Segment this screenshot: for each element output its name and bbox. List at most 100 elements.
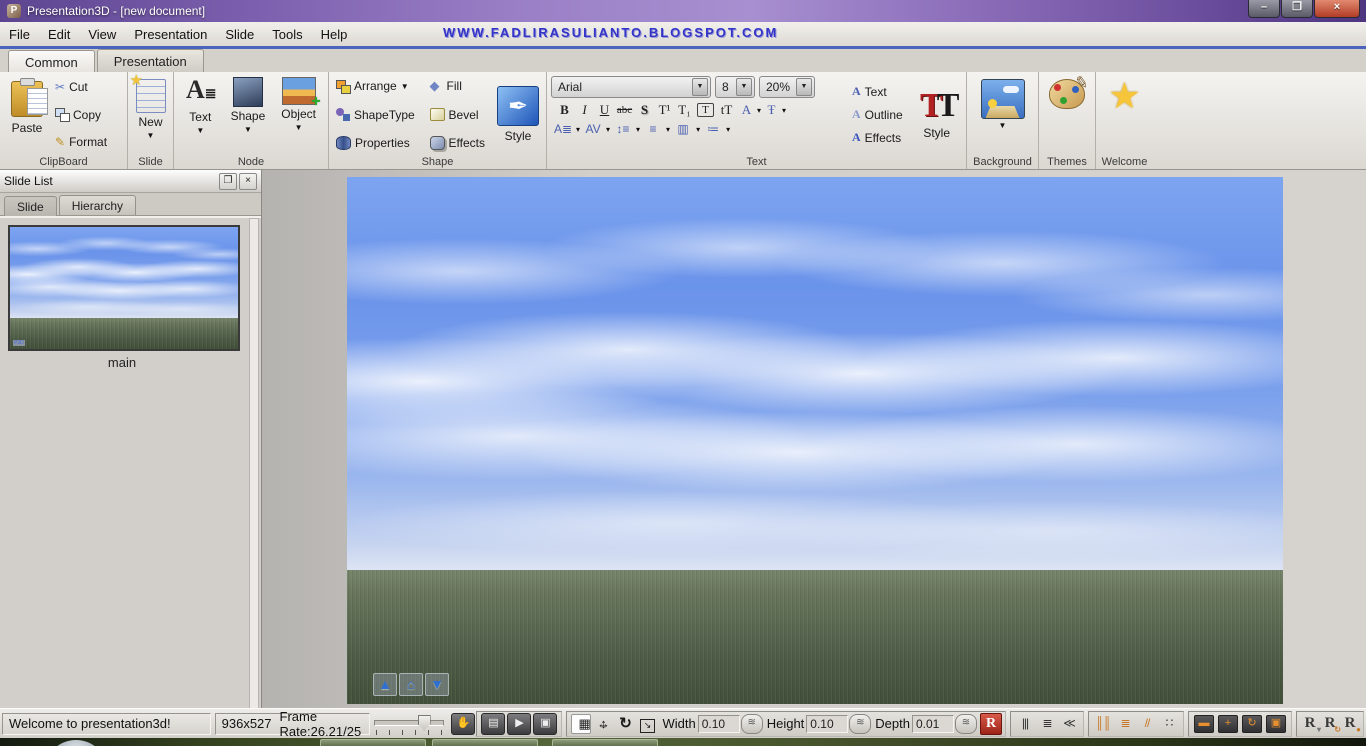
align-button[interactable]: ≡ <box>643 122 663 136</box>
zoom-select[interactable]: 20% ▼ <box>759 76 815 98</box>
width-spinner[interactable]: ≋ <box>740 713 763 734</box>
tab-presentation[interactable]: Presentation <box>96 49 204 72</box>
slider-thumb[interactable] <box>417 714 431 731</box>
node-equal-button[interactable]: ▬ <box>1194 714 1214 733</box>
slide-thumbnail[interactable]: P3D <box>8 225 240 351</box>
kerning-button[interactable]: AV <box>583 122 603 136</box>
reset-r1-button[interactable]: R ▾ <box>1300 714 1321 734</box>
boxed-text-button[interactable]: T <box>697 103 714 117</box>
subscript-button[interactable]: T₁ <box>675 102 694 118</box>
space-columns-button[interactable]: ║║ <box>1093 714 1113 734</box>
columns-button[interactable]: ▥ <box>673 122 693 136</box>
nav-down-button[interactable]: ▼ <box>425 673 449 696</box>
italic-button[interactable]: I <box>575 102 594 118</box>
reset-transform-button[interactable]: R <box>980 712 1002 735</box>
taskbar-button[interactable] <box>320 739 426 746</box>
menu-view[interactable]: View <box>79 24 125 45</box>
panel-float-button[interactable]: ❐ <box>219 172 237 190</box>
font-family-select[interactable]: Arial ▼ <box>551 76 711 98</box>
reset-r3-button[interactable]: R ● <box>1340 714 1361 734</box>
font-size-select[interactable]: 8 ▼ <box>715 76 755 98</box>
tab-common[interactable]: Common <box>8 50 95 73</box>
menu-slide[interactable]: Slide <box>216 24 263 45</box>
line-spacing-button[interactable]: ↕≡ <box>613 122 633 136</box>
start-orb[interactable] <box>44 740 108 746</box>
node-rotate-button[interactable]: ↻ <box>1242 714 1262 733</box>
move-tool[interactable]: ↔ ↕ <box>593 714 613 734</box>
list-button[interactable]: ≔ <box>703 122 723 136</box>
text-node-button[interactable]: A≣ Text ▼ <box>183 76 218 153</box>
text-case-button[interactable]: tT <box>717 102 736 118</box>
align-left-button[interactable]: ≣ <box>1037 714 1057 734</box>
minimize-button[interactable]: – <box>1248 0 1280 18</box>
restore-button[interactable]: ❐ <box>1281 0 1313 18</box>
text-shadow-button[interactable]: S <box>635 102 654 118</box>
themes-button[interactable]: ✎ <box>1046 74 1089 110</box>
new-slide-button[interactable]: ★ New ▼ <box>130 72 169 141</box>
text-outline-color-button[interactable]: A <box>737 102 756 118</box>
bold-button[interactable]: B <box>555 102 574 118</box>
zoom-slider[interactable] <box>373 713 445 735</box>
height-spinner[interactable]: ≋ <box>849 713 872 734</box>
space-rows-button[interactable]: ≣ <box>1115 714 1135 734</box>
depth-field[interactable]: 0.01 <box>912 714 954 733</box>
close-button[interactable]: × <box>1314 0 1360 18</box>
menu-presentation[interactable]: Presentation <box>125 24 216 45</box>
letter-height-button[interactable]: A≣ <box>553 122 573 136</box>
depth-spinner[interactable]: ≋ <box>955 713 977 734</box>
background-button[interactable]: ▼ <box>978 78 1028 131</box>
pan-hand-button[interactable]: ✋ <box>451 712 476 735</box>
width-field[interactable]: 0.10 <box>697 714 740 733</box>
copy-button[interactable]: Copy <box>52 107 110 123</box>
underline-button[interactable]: U <box>595 102 614 118</box>
height-field[interactable]: 0.10 <box>806 714 849 733</box>
text-effects-button[interactable]: A Effects <box>849 129 913 146</box>
cut-button[interactable]: ✂ Cut <box>52 79 110 95</box>
play-button[interactable]: ▶ <box>507 712 532 735</box>
nav-up-button[interactable]: ▲ <box>373 673 397 696</box>
panel-close-button[interactable]: × <box>239 172 257 190</box>
panel-tab-hierarchy[interactable]: Hierarchy <box>58 195 137 215</box>
nav-home-button[interactable]: ⌂ <box>399 673 423 696</box>
properties-button[interactable]: Properties <box>333 135 425 151</box>
taskbar-button[interactable] <box>552 739 658 746</box>
superscript-button[interactable]: T¹ <box>655 102 674 118</box>
shape-node-button[interactable]: Shape ▼ <box>228 76 269 153</box>
bevel-button[interactable]: Bevel <box>427 107 488 123</box>
outline-button[interactable]: A Outline <box>849 106 913 123</box>
panel-tab-slide[interactable]: Slide <box>4 196 57 216</box>
menu-tools[interactable]: Tools <box>263 24 311 45</box>
node-add-button[interactable]: + <box>1218 714 1238 733</box>
viewport-3d[interactable]: ▲ ⌂ ▼ <box>347 177 1283 704</box>
format-painter-button[interactable]: ✎ Format <box>52 134 110 150</box>
menu-file[interactable]: File <box>0 24 39 45</box>
paste-button[interactable]: Paste <box>8 76 48 153</box>
shapetype-button[interactable]: ShapeType <box>333 107 425 123</box>
windows-taskbar[interactable] <box>0 738 1366 746</box>
slide-thumbnail-item[interactable]: P3D main <box>8 225 240 370</box>
record-button[interactable]: ▤ <box>481 712 506 735</box>
scale-tool[interactable]: ↘ <box>637 714 657 734</box>
shape-style-button[interactable]: ✒ Style <box>494 76 542 153</box>
welcome-button[interactable]: ★ <box>1105 78 1143 114</box>
taskbar-button[interactable] <box>432 739 538 746</box>
reset-r2-button[interactable]: R ↻ <box>1320 714 1341 734</box>
text-color-button[interactable]: A Text <box>849 83 913 100</box>
select-box-tool[interactable]: ▦ <box>571 713 592 734</box>
shape-effects-button[interactable]: Effects <box>427 135 488 151</box>
arrange-button[interactable]: Arrange ▼ <box>333 78 425 94</box>
distribute-vertical-button[interactable]: ||| <box>1015 714 1035 734</box>
object-node-button[interactable]: + Object ▼ <box>278 76 321 153</box>
panel-scrollbar[interactable] <box>249 218 259 712</box>
fill-button[interactable]: ◆ Fill <box>427 78 488 94</box>
fullscreen-button[interactable]: ▣ <box>533 712 558 735</box>
menu-edit[interactable]: Edit <box>39 24 79 45</box>
text-style-button[interactable]: TT Style <box>917 76 959 153</box>
node-fill-button[interactable]: ▣ <box>1266 714 1286 733</box>
fan-layout-button[interactable]: ≪ <box>1059 714 1079 734</box>
scatter-button[interactable]: ∷ <box>1159 714 1179 734</box>
rotate-tool[interactable]: ↻ <box>615 714 635 734</box>
space-slant-button[interactable]: // <box>1137 714 1157 734</box>
text-strike-style-button[interactable]: Ŧ <box>762 102 781 118</box>
menu-help[interactable]: Help <box>312 24 357 45</box>
